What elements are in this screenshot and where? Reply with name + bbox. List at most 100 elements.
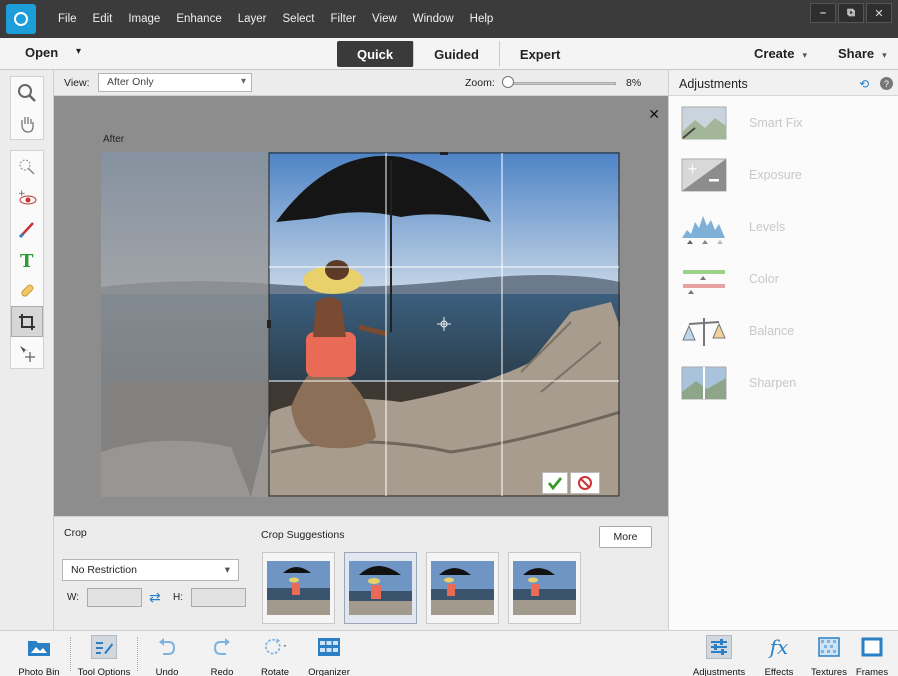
type-tool-icon[interactable]: T [11,244,43,275]
adjustments-icon [706,635,732,659]
adjustments-panel: Adjustments ⟲ ? Smart Fix + Exposure Lev… [668,70,898,630]
tab-expert[interactable]: Expert [500,41,580,67]
crop-suggestion-thumb[interactable] [262,552,335,624]
more-button[interactable]: More [599,526,652,548]
height-field[interactable] [191,588,246,607]
balance-icon [682,318,726,346]
textures-label: Textures [811,667,847,676]
view-tools [10,76,44,140]
menu-layer[interactable]: Layer [230,13,275,25]
color-icon [683,270,725,294]
crop-suggestion-thumb[interactable] [344,552,417,624]
adjustments-button[interactable]: Adjustments [688,635,750,676]
width-field[interactable] [87,588,142,607]
menu-help[interactable]: Help [462,13,502,25]
tool-options-label: Tool Options [77,667,131,676]
adjustment-levels[interactable]: Levels [669,202,898,254]
view-select[interactable]: After Only [98,73,252,92]
photo-bin-button[interactable]: Photo Bin [8,635,70,676]
share-label: Share [838,46,875,61]
frames-button[interactable]: Frames [846,635,898,676]
zoom-slider[interactable] [506,82,616,85]
zoom-tool-icon[interactable] [11,77,43,108]
adjustment-color[interactable]: Color [669,254,898,306]
adjustment-label: Sharpen [749,376,797,390]
menu-bar: File Edit Image Enhance Layer Select Fil… [0,0,898,38]
undo-button[interactable]: Undo [136,635,198,676]
adjustment-label: Exposure [749,168,802,182]
close-window-button[interactable]: ✕ [866,3,892,23]
tab-quick[interactable]: Quick [337,41,415,67]
zoom-slider-handle[interactable] [502,76,514,88]
checkmark-icon [547,477,563,490]
crop-ratio-select[interactable]: No Restriction [62,559,239,581]
organizer-label: Organizer [308,667,350,676]
crop-title: Crop [64,527,87,539]
help-icon[interactable]: ? [880,77,893,90]
menu-list: File Edit Image Enhance Layer Select Fil… [50,0,501,38]
effects-label: Effects [764,667,794,676]
swap-icon[interactable]: ⇄ [149,589,161,606]
crop-suggestion-thumb[interactable] [426,552,499,624]
create-button[interactable]: Create ▾ [754,46,807,61]
open-caret-icon[interactable]: ▾ [76,46,81,57]
crop-suggestion-thumb[interactable] [508,552,581,624]
crop-tool-icon[interactable] [11,306,43,337]
commit-crop-button[interactable] [542,472,568,494]
adjustment-smart-fix[interactable]: Smart Fix [669,98,898,150]
adjustment-balance[interactable]: Balance [669,306,898,358]
app-logo-icon [6,4,36,34]
rotate-button[interactable]: Rotate [244,635,306,676]
hand-tool-icon[interactable] [11,108,43,139]
svg-text:T: T [20,251,34,270]
chevron-down-icon: ▾ [882,50,887,60]
reset-icon[interactable]: ⟲ [859,77,873,91]
photo-bin-label: Photo Bin [18,667,60,676]
spot-healing-tool-icon[interactable] [11,275,43,306]
tool-options-button[interactable]: Tool Options [73,635,135,676]
svg-text:+: + [687,162,698,177]
redo-label: Redo [210,667,234,676]
mode-bar: Open ▾ Quick Guided Expert Create ▾ Share… [0,38,898,70]
whiten-teeth-tool-icon[interactable] [11,213,43,244]
close-icon[interactable]: ✕ [648,106,660,123]
window-controls: – ⧉ ✕ [810,3,892,23]
tab-guided[interactable]: Guided [414,41,500,67]
menu-filter[interactable]: Filter [322,13,364,25]
tool-options-icon [91,635,117,659]
menu-edit[interactable]: Edit [85,13,121,25]
move-tool-icon[interactable] [11,337,43,368]
share-button[interactable]: Share ▾ [838,46,887,61]
photo-bin-icon [26,635,52,659]
width-label: W: [67,592,80,603]
adjustment-label: Color [749,272,779,286]
cancel-crop-button[interactable] [570,472,600,494]
menu-window[interactable]: Window [405,13,462,25]
exposure-icon: + [681,158,727,192]
edit-tools: + T [10,150,44,369]
menu-file[interactable]: File [50,13,85,25]
textures-icon [816,635,842,659]
adjustment-sharpen[interactable]: Sharpen [669,358,898,410]
smart-fix-icon [681,106,727,140]
zoom-label: Zoom: [465,77,495,89]
divider [70,637,71,671]
menu-enhance[interactable]: Enhance [168,13,229,25]
svg-text:+: + [18,189,26,199]
adjustment-exposure[interactable]: + Exposure [669,150,898,202]
frames-icon [859,635,885,659]
toolbox: + T [0,70,54,630]
restore-button[interactable]: ⧉ [838,3,864,23]
organizer-button[interactable]: Organizer [298,635,360,676]
red-eye-tool-icon[interactable]: + [11,182,43,213]
photo-canvas[interactable] [101,152,620,497]
minimize-button[interactable]: – [810,3,836,23]
zoom-value: 8% [626,77,642,89]
menu-image[interactable]: Image [120,13,168,25]
mode-tabs: Quick Guided Expert [337,41,580,67]
quick-selection-tool-icon[interactable] [11,151,43,182]
open-button[interactable]: Open [25,45,58,60]
menu-select[interactable]: Select [275,13,323,25]
menu-view[interactable]: View [364,13,405,25]
adjustments-header: Adjustments ⟲ ? [669,70,898,96]
